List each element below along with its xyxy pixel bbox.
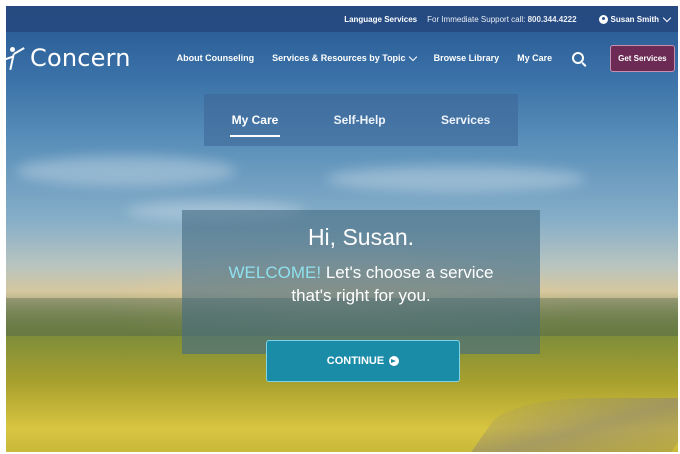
support-text: For Immediate Support call: 800.344.4222 <box>427 15 576 24</box>
nav-about-counseling[interactable]: About Counseling <box>177 53 255 63</box>
support-prefix: For Immediate Support call: <box>427 14 526 24</box>
cloud <box>326 166 586 192</box>
logo-text: Concern <box>30 44 131 72</box>
continue-button[interactable]: CONTINUE <box>266 340 460 382</box>
language-services-link[interactable]: Language Services <box>344 15 417 24</box>
nav-links: About Counseling Services & Resources by… <box>177 44 675 72</box>
greeting-heading: Hi, Susan. <box>307 224 415 250</box>
welcome-highlight: WELCOME! <box>228 263 322 282</box>
support-phone[interactable]: 800.344.4222 <box>528 15 577 24</box>
chevron-down-icon <box>408 52 417 61</box>
utility-bar: Language Services For Immediate Support … <box>6 6 678 32</box>
tab-my-care[interactable]: My Care <box>229 103 281 137</box>
care-subnav: My Care Self-Help Services <box>204 94 518 146</box>
nav-my-care[interactable]: My Care <box>517 53 552 63</box>
nav-services-resources-label: Services & Resources by Topic <box>272 53 406 63</box>
welcome-line-1: Let's choose a service <box>325 263 494 282</box>
welcome-line-2: that's right for you. <box>291 286 431 305</box>
search-icon[interactable] <box>572 52 585 64</box>
user-name: Susan Smith <box>610 14 659 24</box>
logo-figure-icon <box>6 45 28 71</box>
chevron-down-icon <box>662 13 672 22</box>
get-services-button[interactable]: Get Services <box>610 44 675 72</box>
user-menu[interactable]: Susan Smith <box>598 13 672 24</box>
tab-self-help[interactable]: Self-Help <box>334 103 386 137</box>
arrow-right-circle-icon <box>389 356 400 366</box>
cloud <box>16 156 236 186</box>
nav-services-resources[interactable]: Services & Resources by Topic <box>272 52 417 63</box>
main-navigation: Concern About Counseling Services & Reso… <box>6 32 678 84</box>
welcome-card: Hi, Susan. WELCOME! Let's choose a servi… <box>182 210 540 354</box>
tab-services[interactable]: Services <box>441 103 490 137</box>
continue-label: CONTINUE <box>326 355 385 367</box>
nav-browse-library[interactable]: Browse Library <box>434 53 500 63</box>
user-icon <box>598 14 608 24</box>
welcome-message: WELCOME! Let's choose a service that's r… <box>182 261 540 307</box>
concern-logo[interactable]: Concern <box>6 44 131 72</box>
